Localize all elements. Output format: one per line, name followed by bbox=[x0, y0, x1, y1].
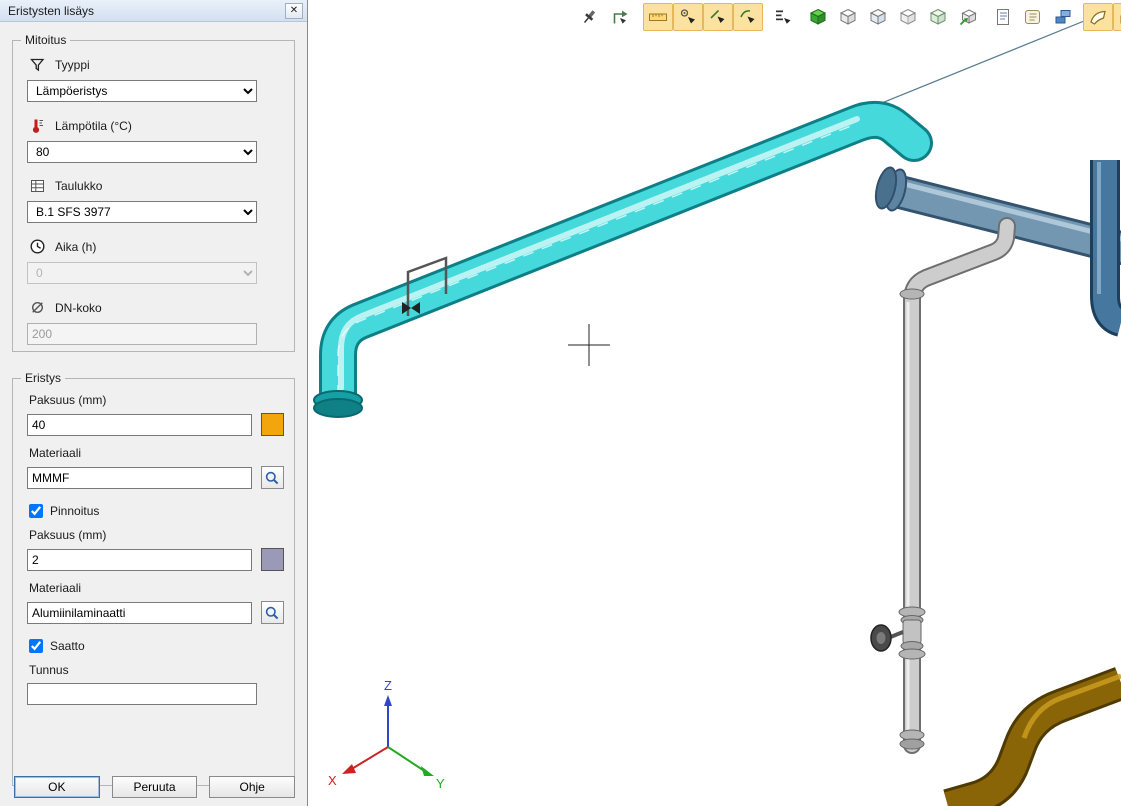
surface-mode-button[interactable] bbox=[1083, 3, 1113, 31]
ucs-axes: Z X Y bbox=[328, 678, 445, 791]
pinnoitus-label: Pinnoitus bbox=[50, 504, 99, 518]
clock-icon bbox=[29, 238, 46, 255]
view-box-button[interactable] bbox=[923, 3, 953, 31]
flange bbox=[900, 739, 924, 749]
filter-icon bbox=[29, 57, 46, 73]
view-solid-button[interactable] bbox=[803, 3, 833, 31]
aika-select: 0 bbox=[27, 262, 257, 284]
group-mitoitus-label: Mitoitus bbox=[21, 33, 70, 47]
paksuus1-input[interactable] bbox=[27, 414, 252, 436]
flange bbox=[314, 399, 362, 417]
axis-z-label: Z bbox=[384, 678, 392, 693]
group-eristys-label: Eristys bbox=[21, 371, 65, 385]
diameter-icon bbox=[29, 299, 46, 316]
snap-angle-icon bbox=[678, 7, 698, 27]
hidden-line-cube-icon bbox=[868, 7, 888, 27]
snap-edge-button[interactable] bbox=[768, 3, 798, 31]
pipe-brown[interactable] bbox=[948, 676, 1121, 806]
materiaali2-label: Materiaali bbox=[29, 581, 284, 595]
pin-icon bbox=[580, 7, 600, 27]
pipe-blue-vertical[interactable] bbox=[1099, 160, 1121, 322]
snap-angle-button[interactable] bbox=[673, 3, 703, 31]
wireframe-cube-icon bbox=[838, 7, 858, 27]
pipe-cyan[interactable] bbox=[314, 119, 914, 417]
thermometer-icon bbox=[29, 117, 46, 134]
search-icon bbox=[264, 605, 280, 621]
notes-icon bbox=[993, 7, 1013, 27]
view-wireframe-button[interactable] bbox=[833, 3, 863, 31]
view-hidden-line-button[interactable] bbox=[863, 3, 893, 31]
saatto-checkbox[interactable] bbox=[29, 639, 43, 653]
materiaali2-search-button[interactable] bbox=[261, 601, 284, 624]
dialog-titlebar[interactable]: Eristysten lisäys ✕ bbox=[0, 0, 307, 22]
insulation-dialog: Eristysten lisäys ✕ Mitoitus Tyyppi Lämp… bbox=[0, 0, 308, 806]
ohje-button[interactable]: Ohje bbox=[209, 776, 295, 798]
insulation-color-swatch[interactable] bbox=[261, 413, 284, 436]
dialog-title: Eristysten lisäys bbox=[8, 4, 285, 18]
saatto-label: Saatto bbox=[50, 639, 85, 653]
ok-button[interactable]: OK bbox=[14, 776, 100, 798]
document-scroll-button[interactable] bbox=[1018, 3, 1048, 31]
track-arrow-icon bbox=[610, 7, 630, 27]
tunnus-input[interactable] bbox=[27, 683, 257, 705]
tunnus-label: Tunnus bbox=[29, 663, 284, 677]
close-button[interactable]: ✕ bbox=[285, 3, 303, 19]
tyyppi-select[interactable]: Lämpöeristys bbox=[27, 80, 257, 102]
shaded-cube-icon bbox=[898, 7, 918, 27]
axis-x-label: X bbox=[328, 773, 337, 788]
scroll-icon bbox=[1023, 7, 1043, 27]
solid-cube-icon bbox=[808, 7, 828, 27]
snap-edge-icon bbox=[773, 7, 793, 27]
viewport-3d[interactable]: Z X Y bbox=[308, 0, 1121, 806]
box-cube-icon bbox=[928, 7, 948, 27]
table-icon bbox=[29, 178, 46, 194]
notes-button[interactable] bbox=[988, 3, 1018, 31]
search-icon bbox=[264, 470, 280, 486]
scene-canvas[interactable]: Z X Y bbox=[308, 0, 1121, 806]
lampotila-select[interactable]: 80 bbox=[27, 141, 257, 163]
pipe-steel[interactable] bbox=[872, 165, 1121, 248]
taulukko-label: Taulukko bbox=[55, 179, 102, 193]
paksuus2-label: Paksuus (mm) bbox=[29, 528, 284, 542]
materiaali1-label: Materiaali bbox=[29, 446, 284, 460]
layers-icon bbox=[1053, 7, 1073, 27]
lampotila-label: Lämpötila (°C) bbox=[55, 119, 132, 133]
view-zoom-model-button[interactable] bbox=[953, 3, 983, 31]
materiaali2-input[interactable] bbox=[27, 602, 252, 624]
axis-y-label: Y bbox=[436, 776, 445, 791]
tyyppi-label: Tyyppi bbox=[55, 58, 90, 72]
snap-tangent-button[interactable] bbox=[733, 3, 763, 31]
group-eristys: Eristys Paksuus (mm) Materiaali Pinnoitu… bbox=[12, 378, 295, 786]
snap-free-button[interactable] bbox=[703, 3, 733, 31]
materiaali1-search-button[interactable] bbox=[261, 466, 284, 489]
cube-arrow-icon bbox=[958, 7, 978, 27]
valve[interactable] bbox=[871, 607, 925, 659]
snap-free-icon bbox=[708, 7, 728, 27]
flange bbox=[900, 289, 924, 299]
archive-button[interactable] bbox=[1113, 3, 1121, 31]
dn-label: DN-koko bbox=[55, 301, 102, 315]
pipe-gray[interactable] bbox=[871, 226, 1007, 749]
viewport-toolbar bbox=[575, 3, 1121, 31]
peruuta-button[interactable]: Peruuta bbox=[112, 776, 198, 798]
crosshair-cursor bbox=[568, 324, 610, 366]
close-icon: ✕ bbox=[290, 5, 298, 16]
dn-input bbox=[27, 323, 257, 345]
coating-color-swatch[interactable] bbox=[261, 548, 284, 571]
ucs-track-button[interactable] bbox=[605, 3, 635, 31]
aika-label: Aika (h) bbox=[55, 240, 96, 254]
curved-surface-icon bbox=[1088, 7, 1108, 27]
view-shaded-button[interactable] bbox=[893, 3, 923, 31]
paksuus1-label: Paksuus (mm) bbox=[29, 393, 284, 407]
taulukko-select[interactable]: B.1 SFS 3977 bbox=[27, 201, 257, 223]
materiaali1-input[interactable] bbox=[27, 467, 252, 489]
measure-button[interactable] bbox=[643, 3, 673, 31]
snap-tangent-icon bbox=[738, 7, 758, 27]
pin-button[interactable] bbox=[575, 3, 605, 31]
pinnoitus-checkbox[interactable] bbox=[29, 504, 43, 518]
group-mitoitus: Mitoitus Tyyppi Lämpöeristys Lämpötila (… bbox=[12, 40, 295, 352]
paksuus2-input[interactable] bbox=[27, 549, 252, 571]
layers-button[interactable] bbox=[1048, 3, 1078, 31]
ruler-icon bbox=[648, 7, 668, 27]
